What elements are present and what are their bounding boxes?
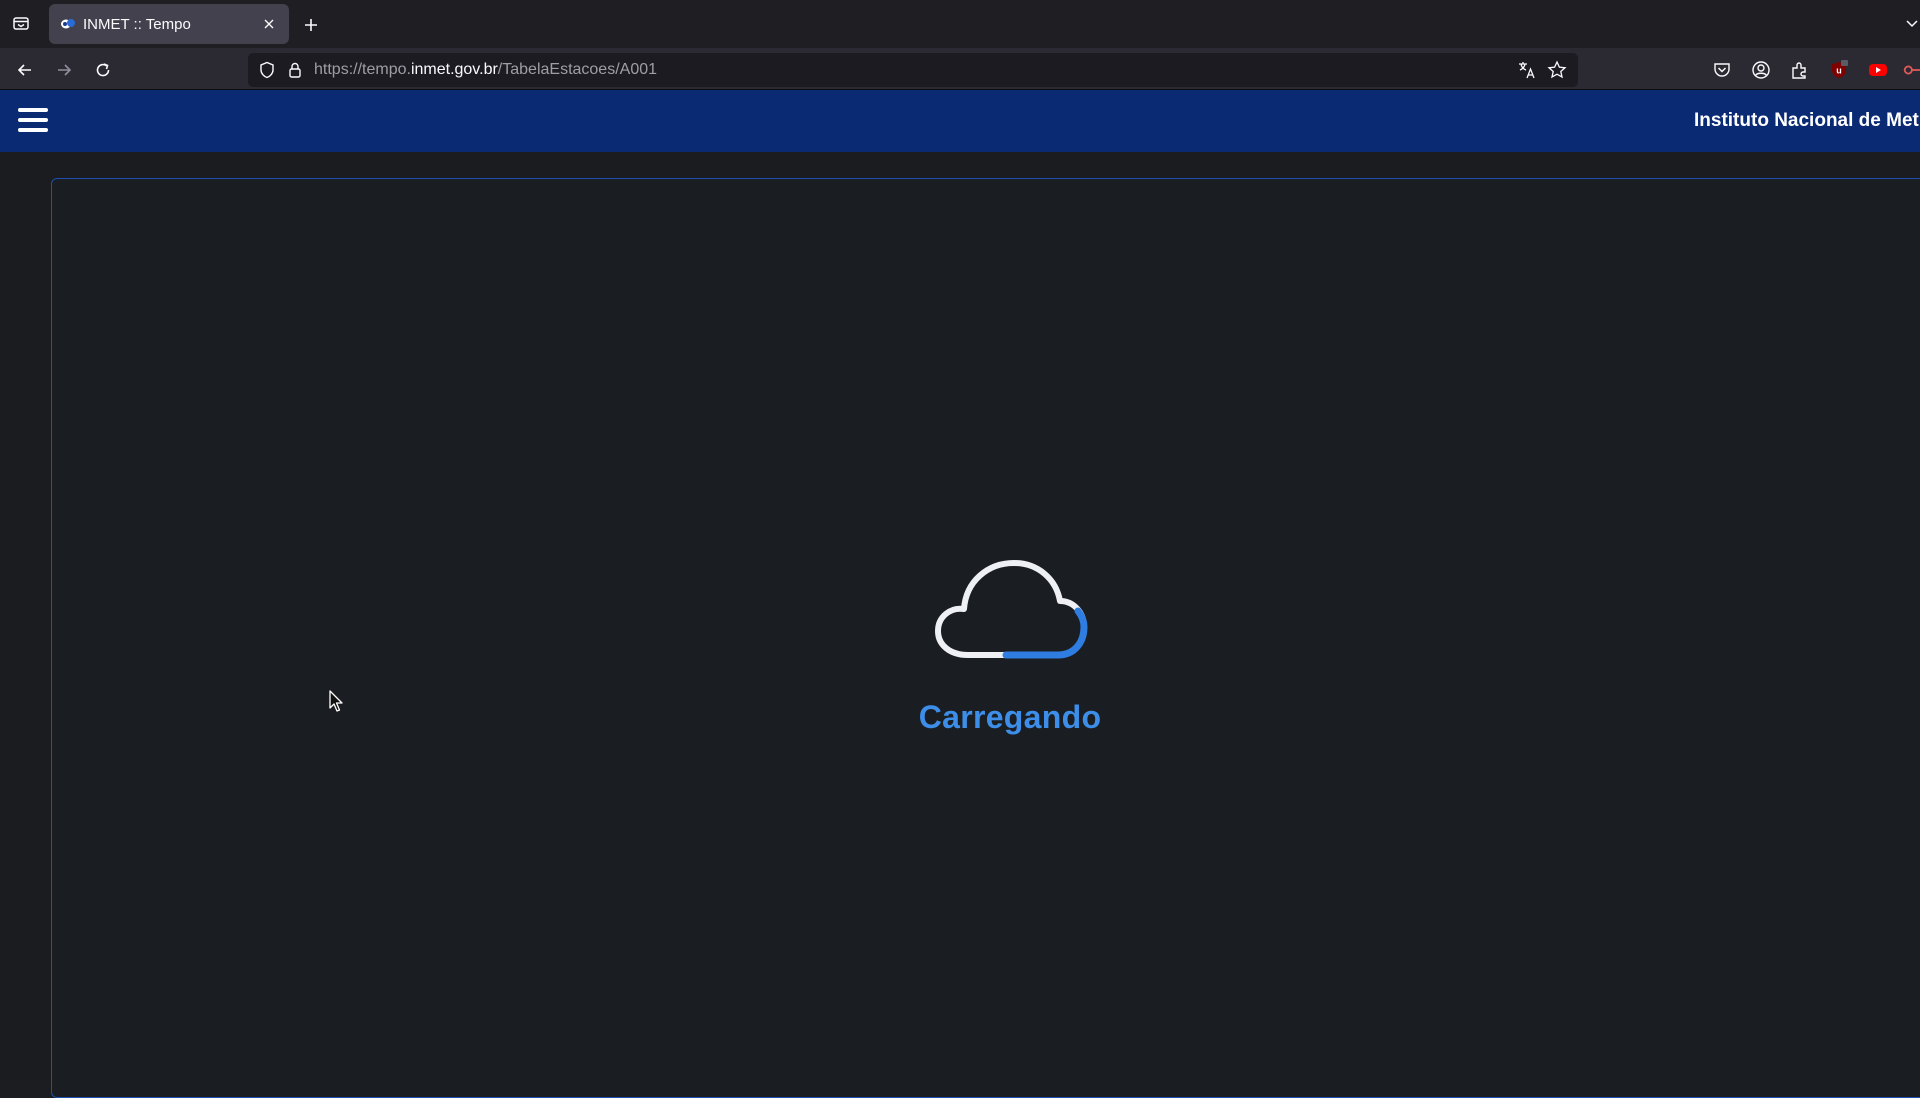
back-arrow-icon[interactable] bbox=[11, 56, 39, 84]
site-title: Instituto Nacional de Met bbox=[1694, 110, 1919, 131]
mouse-cursor-icon bbox=[329, 690, 345, 714]
tab-list-icon[interactable] bbox=[8, 10, 34, 36]
extension-icon[interactable] bbox=[1902, 58, 1920, 82]
loading-indicator: Carregando bbox=[910, 555, 1110, 736]
close-icon[interactable] bbox=[259, 14, 279, 34]
hamburger-line bbox=[18, 118, 48, 122]
url-bar[interactable]: https://tempo. inmet.gov.br/TabelaEstacoe… bbox=[248, 53, 1578, 87]
browser-nav-bar: https://tempo. inmet.gov.br/TabelaEstacoe… bbox=[0, 48, 1920, 90]
cloud-loader-icon bbox=[935, 560, 1088, 659]
url-host: inmet.gov.br bbox=[410, 61, 498, 78]
browser-tab-active[interactable]: INMET :: Tempo bbox=[49, 4, 289, 44]
translate-icon[interactable] bbox=[1516, 59, 1538, 81]
url-path: /TabelaEstacoes/A001 bbox=[497, 61, 658, 78]
account-icon[interactable] bbox=[1749, 58, 1773, 82]
loading-text: Carregando bbox=[918, 699, 1102, 735]
youtube-icon[interactable] bbox=[1866, 58, 1890, 82]
svg-text:u: u bbox=[1836, 66, 1842, 76]
shield-icon[interactable] bbox=[256, 59, 278, 81]
hamburger-line bbox=[18, 108, 48, 112]
url-text[interactable]: https://tempo. inmet.gov.br/TabelaEstacoe… bbox=[314, 53, 657, 87]
extensions-icon[interactable] bbox=[1788, 58, 1812, 82]
star-icon[interactable] bbox=[1546, 59, 1568, 81]
lock-icon[interactable] bbox=[284, 59, 306, 81]
forward-arrow-icon[interactable] bbox=[50, 56, 78, 84]
favicon-icon bbox=[59, 15, 77, 33]
tab-title: INMET :: Tempo bbox=[83, 15, 191, 33]
hamburger-line bbox=[18, 128, 48, 132]
url-prefix: https://tempo. bbox=[314, 61, 411, 78]
plus-icon[interactable] bbox=[298, 12, 324, 38]
ublock-icon[interactable]: u bbox=[1827, 58, 1851, 82]
chevron-down-icon[interactable] bbox=[1904, 14, 1920, 32]
hamburger-menu-icon[interactable] bbox=[18, 105, 48, 135]
reload-icon[interactable] bbox=[89, 56, 117, 84]
pocket-icon[interactable] bbox=[1710, 58, 1734, 82]
browser-tab-bar: INMET :: Tempo bbox=[0, 0, 1920, 48]
site-header: Instituto Nacional de Met bbox=[0, 90, 1920, 152]
